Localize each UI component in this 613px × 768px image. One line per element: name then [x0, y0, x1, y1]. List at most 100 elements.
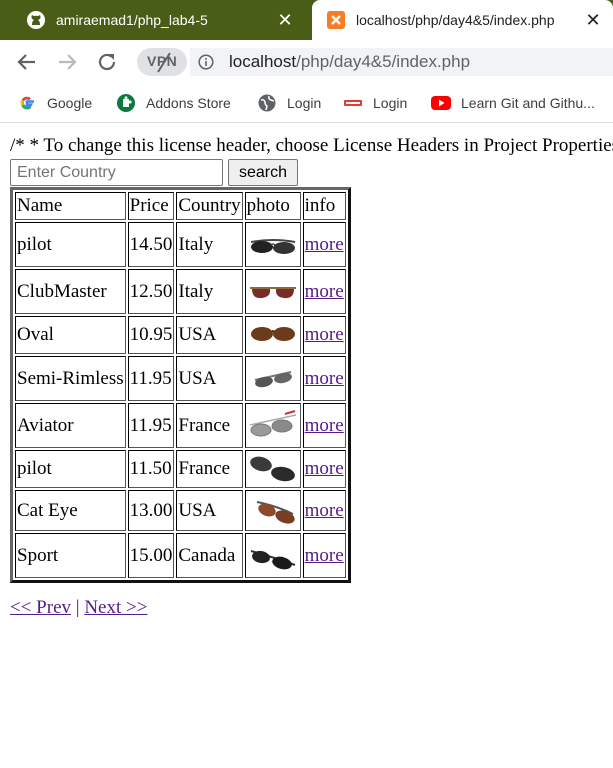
sunglasses-photo-icon — [250, 327, 295, 341]
cell-name: Aviator — [15, 403, 126, 448]
cell-price: 11.95 — [127, 356, 175, 401]
cell-country: Italy — [176, 222, 243, 267]
bookmark-label: Login — [373, 95, 408, 111]
cell-country: Canada — [176, 533, 243, 578]
header-price: Price — [127, 192, 175, 220]
sunglasses-photo-icon — [249, 286, 296, 298]
cell-info: more — [302, 490, 346, 531]
bookmark-label: Learn Git and Githu... — [461, 95, 595, 111]
cell-price: 11.50 — [127, 450, 175, 488]
reload-icon[interactable] — [95, 50, 119, 74]
bookmark-label: Login — [287, 95, 322, 111]
back-arrow-icon[interactable] — [15, 50, 39, 74]
cell-info: more — [302, 533, 346, 578]
bookmark-label: Google — [47, 95, 93, 111]
bookmark-login-2[interactable]: Login — [343, 93, 407, 113]
table-header-row: Name Price Country photo info — [15, 192, 346, 220]
bookmark-google[interactable]: Google — [17, 93, 92, 113]
cell-country: France — [176, 403, 243, 448]
cell-price: 14.50 — [127, 222, 175, 267]
cell-name: ClubMaster — [15, 269, 126, 314]
search-button[interactable]: search — [228, 159, 298, 186]
table-row: Cat Eye 13.00 USA more — [15, 490, 346, 531]
page-content: /* * To change this license header, choo… — [0, 123, 613, 768]
table-row: Sport 15.00 Canada more — [15, 533, 346, 578]
table-row: Oval 10.95 USA more — [15, 316, 346, 354]
cell-price: 10.95 — [127, 316, 175, 354]
globe-icon — [258, 94, 276, 112]
cell-name: Semi-Rimless — [15, 356, 126, 401]
cell-country: USA — [176, 356, 243, 401]
table-row: pilot 11.50 France more — [15, 450, 346, 488]
bookmarks-bar: Google Addons Store Login Login Learn Gi… — [0, 84, 613, 123]
cell-price: 11.95 — [127, 403, 175, 448]
site-logo-icon — [344, 100, 362, 106]
cell-info: more — [302, 269, 346, 314]
info-icon[interactable] — [198, 54, 214, 70]
cell-name: pilot — [15, 222, 126, 267]
tab-title: amiraemad1/php_lab4-5 — [56, 12, 208, 28]
cell-price: 13.00 — [127, 490, 175, 531]
more-link[interactable]: more — [305, 281, 344, 302]
cell-photo — [244, 316, 301, 354]
close-icon[interactable]: ✕ — [583, 10, 603, 31]
header-country: Country — [176, 192, 243, 220]
url-host: localhost — [229, 52, 297, 71]
table-row: ClubMaster 12.50 Italy more — [15, 269, 346, 314]
cell-info: more — [302, 222, 346, 267]
youtube-icon — [431, 96, 451, 110]
cell-photo — [244, 356, 301, 401]
tab-localhost[interactable]: localhost/php/day4&5/index.php ✕ — [312, 0, 613, 40]
products-table: Name Price Country photo info pilot 14.5… — [10, 187, 351, 583]
sunglasses-photo-icon — [250, 549, 295, 569]
more-link[interactable]: more — [305, 458, 344, 479]
cell-photo — [244, 533, 301, 578]
more-link[interactable]: more — [305, 324, 344, 345]
cell-info: more — [302, 403, 346, 448]
cell-country: France — [176, 450, 243, 488]
close-icon[interactable]: ✕ — [275, 10, 295, 31]
more-link[interactable]: more — [305, 545, 344, 566]
cell-country: USA — [176, 490, 243, 531]
address-bar[interactable]: localhost/php/day4&5/index.php — [190, 48, 613, 76]
pager-separator: | — [75, 597, 80, 618]
bookmark-login-1[interactable]: Login — [257, 93, 321, 113]
cell-photo — [244, 490, 301, 531]
cell-info: more — [302, 356, 346, 401]
sunglasses-photo-icon — [249, 456, 295, 482]
tab-github[interactable]: amiraemad1/php_lab4-5 ✕ — [0, 0, 305, 40]
bookmark-learn-git[interactable]: Learn Git and Githu... — [431, 93, 595, 113]
url-path: /php/day4&5/index.php — [296, 52, 471, 71]
more-link[interactable]: more — [305, 234, 344, 255]
cell-photo — [244, 269, 301, 314]
more-link[interactable]: more — [305, 368, 344, 389]
browser-toolbar: VPN localhost/php/day4&5/index.php — [0, 40, 613, 84]
country-search-input[interactable] — [10, 159, 223, 186]
xampp-icon — [327, 11, 345, 29]
more-link[interactable]: more — [305, 415, 344, 436]
sunglasses-photo-icon — [249, 409, 296, 436]
cell-country: Italy — [176, 269, 243, 314]
cell-info: more — [302, 450, 346, 488]
puzzle-icon — [117, 94, 135, 112]
cell-photo — [244, 222, 301, 267]
url-text: localhost/php/day4&5/index.php — [229, 52, 470, 72]
header-photo: photo — [244, 192, 301, 220]
next-page-link[interactable]: Next >> — [84, 597, 147, 618]
forward-arrow-icon[interactable] — [55, 50, 79, 74]
table-row: Aviator 11.95 France more — [15, 403, 346, 448]
header-name: Name — [15, 192, 126, 220]
prev-page-link[interactable]: << Prev — [10, 597, 71, 618]
vpn-badge[interactable]: VPN — [137, 48, 187, 76]
vpn-off-slash-icon — [157, 52, 171, 73]
more-link[interactable]: more — [305, 500, 344, 521]
cell-name: Sport — [15, 533, 126, 578]
pagination: << Prev | Next >> — [10, 597, 147, 619]
cell-price: 15.00 — [127, 533, 175, 578]
table-row: pilot 14.50 Italy more — [15, 222, 346, 267]
table-row: Semi-Rimless 11.95 USA more — [15, 356, 346, 401]
cell-photo — [244, 450, 301, 488]
cell-price: 12.50 — [127, 269, 175, 314]
bookmark-label: Addons Store — [146, 95, 231, 111]
bookmark-addons-store[interactable]: Addons Store — [116, 93, 231, 113]
